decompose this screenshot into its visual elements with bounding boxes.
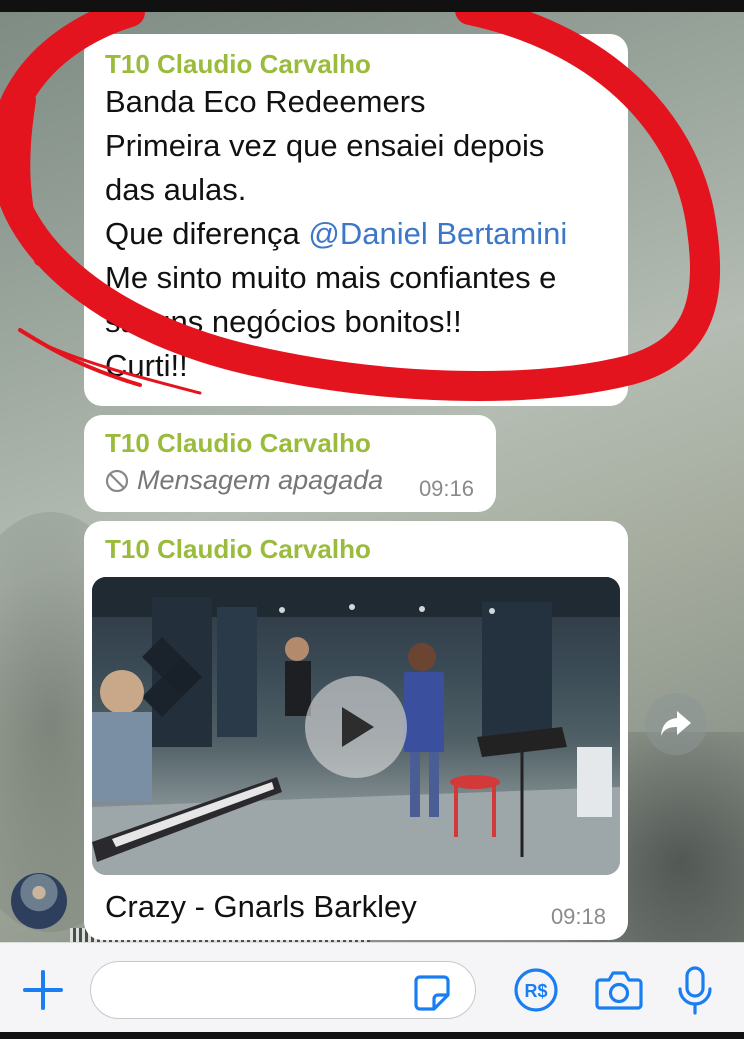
message-line: sai uns negócios bonitos!! — [105, 304, 462, 339]
camera-button[interactable] — [592, 965, 646, 1015]
attach-button[interactable] — [18, 965, 68, 1015]
microphone-icon — [678, 966, 712, 1015]
message-bubble[interactable]: T10 Claudio Carvalho Banda Eco Redeemers… — [84, 34, 628, 406]
video-caption: Crazy - Gnarls Barkley — [105, 889, 417, 924]
sender-avatar[interactable] — [11, 873, 67, 929]
message-timestamp: 09:16 — [552, 368, 608, 393]
message-timestamp: 09:18 — [550, 904, 606, 929]
forward-arrow-icon — [661, 711, 691, 736]
play-icon — [342, 707, 374, 747]
sender-name[interactable]: T10 Claudio Carvalho — [105, 48, 608, 80]
chat-area[interactable]: T10 Claudio Carvalho Banda Eco Redeemers… — [0, 12, 744, 942]
bottom-edge — [0, 1032, 744, 1039]
play-button[interactable] — [305, 676, 407, 778]
sticker-button[interactable] — [410, 971, 454, 1015]
message-line: Primeira vez que ensaiei depois — [105, 128, 545, 163]
message-input-bar: R$ — [0, 942, 744, 1039]
sender-name[interactable]: T10 Claudio Carvalho — [105, 427, 476, 459]
message-line: Curti!! — [105, 348, 188, 383]
payment-button[interactable]: R$ — [512, 966, 560, 1014]
deleted-message-text: Mensagem apagada — [137, 465, 384, 495]
microphone-button[interactable] — [672, 963, 718, 1019]
message-line: das aulas. — [105, 172, 247, 207]
top-status-edge — [0, 0, 744, 12]
video-message-bubble[interactable]: T10 Claudio Carvalho Crazy - Gnarls Bark… — [84, 521, 628, 940]
brl-payment-icon: R$ — [514, 968, 558, 1012]
message-timestamp: 09:16 — [418, 476, 474, 501]
message-line: Banda Eco Redeemers — [105, 84, 426, 119]
message-line: Me sinto muito mais confiantes e — [105, 260, 557, 295]
svg-text:R$: R$ — [524, 981, 547, 1001]
video-thumbnail[interactable] — [92, 577, 620, 875]
forward-button[interactable] — [645, 693, 707, 755]
mention-link[interactable]: @Daniel Bertamini — [308, 216, 567, 251]
sender-name[interactable]: T10 Claudio Carvalho — [92, 533, 620, 565]
message-input[interactable] — [109, 972, 409, 1008]
prohibited-icon — [105, 469, 129, 492]
message-text: Que diferença — [105, 216, 309, 251]
sticker-icon — [414, 975, 450, 1011]
message-line-with-mention: Que diferença @Daniel Bertamini — [105, 212, 608, 256]
deleted-message-bubble[interactable]: T10 Claudio Carvalho Mensagem apagada 09… — [84, 415, 496, 512]
camera-icon — [595, 971, 643, 1010]
plus-icon — [23, 970, 63, 1010]
